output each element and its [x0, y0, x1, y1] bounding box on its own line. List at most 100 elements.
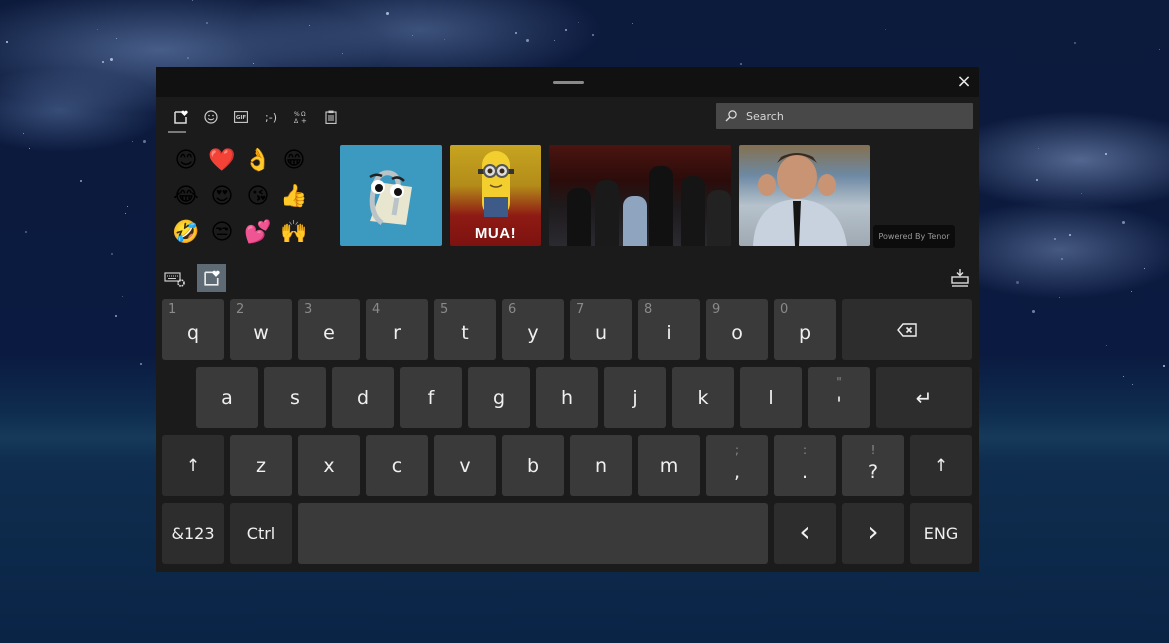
key-l[interactable]: l — [740, 367, 802, 428]
key-w[interactable]: 2w — [230, 299, 292, 360]
key-label: x — [323, 454, 335, 477]
key-o[interactable]: 9o — [706, 299, 768, 360]
key-left-arrow[interactable]: ‹ — [774, 503, 836, 564]
key-e[interactable]: 3e — [298, 299, 360, 360]
star — [1038, 148, 1040, 150]
favorite-emoji-grid: 😊 ❤️ 👌 😁 😂 😍 😘 👍 🤣 😒 💕 🙌 — [168, 143, 312, 251]
tab-symbols[interactable]: % Ω Δ + — [286, 105, 316, 129]
key-k[interactable]: k — [672, 367, 734, 428]
key-number-hint: 3 — [304, 302, 313, 317]
emoji-item[interactable]: 🤣 — [168, 215, 204, 251]
key-g[interactable]: g — [468, 367, 530, 428]
key-label: l — [768, 386, 774, 409]
key-question[interactable]: !? — [842, 435, 904, 496]
emoji-item[interactable]: 🙌 — [276, 215, 312, 251]
key-shift-left[interactable]: ↑ — [162, 435, 224, 496]
key-b[interactable]: b — [502, 435, 564, 496]
gif-oscars-applause[interactable] — [549, 145, 731, 246]
key-label: y — [527, 321, 539, 344]
star — [514, 32, 517, 35]
key-right-arrow[interactable]: › — [842, 503, 904, 564]
key-t[interactable]: 5t — [434, 299, 496, 360]
key-language[interactable]: ENG — [910, 503, 972, 564]
key-a[interactable]: a — [196, 367, 258, 428]
emoji-item[interactable]: 💕 — [240, 215, 276, 251]
heart-square-icon — [174, 110, 188, 124]
drag-handle[interactable] — [553, 81, 584, 84]
tab-kaomoji[interactable]: ;-) — [256, 105, 286, 129]
symbols-icon: % ΩΔ + — [294, 111, 307, 124]
key-m[interactable]: m — [638, 435, 700, 496]
backspace-icon — [897, 322, 917, 337]
key-y[interactable]: 6y — [502, 299, 564, 360]
key-p[interactable]: 0p — [774, 299, 836, 360]
emoji-item[interactable]: ❤️ — [204, 143, 240, 179]
key-label: r — [393, 321, 401, 344]
key-v[interactable]: v — [434, 435, 496, 496]
emoji-item[interactable]: 👌 — [240, 143, 276, 179]
key-enter[interactable]: ↵ — [876, 367, 972, 428]
close-button[interactable]: × — [949, 67, 979, 97]
star — [1162, 364, 1165, 367]
key-symbols[interactable]: &123 — [162, 503, 224, 564]
key-i[interactable]: 8i — [638, 299, 700, 360]
key-f[interactable]: f — [400, 367, 462, 428]
chevron-right-icon: › — [867, 515, 879, 548]
key-j[interactable]: j — [604, 367, 666, 428]
key-ctrl[interactable]: Ctrl — [230, 503, 292, 564]
key-d[interactable]: d — [332, 367, 394, 428]
emoji-item[interactable]: 😒 — [204, 215, 240, 251]
key-number-hint: 0 — [780, 302, 789, 317]
emoji-item[interactable]: 👍 — [276, 179, 312, 215]
gif-jonah-excited[interactable] — [739, 145, 870, 246]
key-c[interactable]: c — [366, 435, 428, 496]
tab-gif[interactable]: GIF — [226, 105, 256, 129]
tab-emoji[interactable] — [196, 105, 226, 129]
star — [80, 180, 83, 183]
favorites-toggle-button[interactable] — [197, 264, 226, 292]
key-n[interactable]: n — [570, 435, 632, 496]
emoji-item[interactable]: 😊 — [168, 143, 204, 179]
key-r[interactable]: 4r — [366, 299, 428, 360]
key-label: ' — [836, 392, 842, 415]
key-label: t — [461, 321, 469, 344]
emoji-item[interactable]: 😂 — [168, 179, 204, 215]
gif-clippy[interactable] — [340, 145, 442, 246]
key-space[interactable] — [298, 503, 768, 564]
search-input[interactable]: Search — [716, 103, 973, 129]
dock-keyboard-icon[interactable] — [949, 268, 971, 288]
tab-favorites[interactable] — [166, 105, 196, 133]
key-backspace[interactable] — [842, 299, 972, 360]
key-comma[interactable]: ;, — [706, 435, 768, 496]
key-z[interactable]: z — [230, 435, 292, 496]
gif-minion[interactable]: MUA! — [450, 145, 541, 246]
key-u[interactable]: 7u — [570, 299, 632, 360]
emoji-item[interactable]: 😘 — [240, 179, 276, 215]
key-s[interactable]: s — [264, 367, 326, 428]
star — [122, 295, 124, 297]
keyboard-settings-icon[interactable] — [164, 270, 186, 288]
star — [96, 29, 98, 31]
key-label: e — [323, 321, 335, 344]
key-shift-right[interactable]: ↑ — [910, 435, 972, 496]
tab-clipboard[interactable] — [316, 105, 346, 129]
key-period[interactable]: :. — [774, 435, 836, 496]
star — [142, 140, 146, 144]
key-number-hint: 4 — [372, 302, 381, 317]
key-h[interactable]: h — [536, 367, 598, 428]
emoji-item[interactable]: 😍 — [204, 179, 240, 215]
key-secondary-label: : — [802, 443, 808, 457]
emoji-item[interactable]: 😁 — [276, 143, 312, 179]
key-label: Ctrl — [246, 524, 276, 543]
key-label: h — [560, 386, 574, 409]
key-q[interactable]: 1q — [162, 299, 224, 360]
star — [342, 53, 344, 55]
key-apostrophe[interactable]: " ' — [808, 367, 870, 428]
star — [554, 39, 556, 41]
key-x[interactable]: x — [298, 435, 360, 496]
key-label: v — [459, 454, 471, 477]
star — [1074, 41, 1077, 44]
key-label: b — [526, 454, 540, 477]
title-bar[interactable]: × — [156, 67, 979, 97]
powered-by-tenor[interactable]: Powered By Tenor — [873, 225, 955, 248]
